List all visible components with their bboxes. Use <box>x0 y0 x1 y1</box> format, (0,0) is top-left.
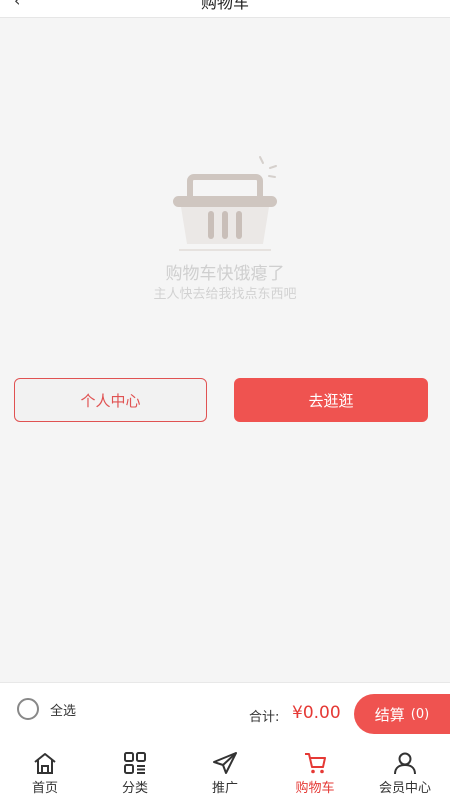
select-all-label: 全选 <box>50 703 77 719</box>
category-icon <box>124 752 146 774</box>
total-value: ¥0.00 <box>292 703 341 723</box>
empty-basket-icon <box>173 156 277 251</box>
total-label: 合计: <box>249 710 280 725</box>
tab-home-label: 首页 <box>31 781 58 796</box>
checkout-label: 结算 <box>374 705 405 724</box>
checkout-count: (0) <box>410 706 430 722</box>
cart-icon <box>305 753 326 774</box>
tab-member-label: 会员中心 <box>378 781 431 796</box>
select-all-toggle[interactable]: 全选 <box>17 698 76 720</box>
tab-cart[interactable]: 购物车 <box>270 743 360 801</box>
user-icon <box>394 752 416 775</box>
tab-cart-label: 购物车 <box>295 781 335 796</box>
tab-bar: 首页 分类 推广 购物车 会员中心 <box>0 743 450 801</box>
empty-title: 购物车快饿瘪了 <box>165 264 285 284</box>
select-all-radio[interactable] <box>17 698 39 720</box>
checkout-button[interactable]: 结算 (0) <box>354 694 450 734</box>
tab-promote[interactable]: 推广 <box>180 743 270 801</box>
go-shopping-button[interactable]: 去逛逛 <box>234 378 428 422</box>
send-icon <box>213 752 237 774</box>
bottom-area: 全选 合计: ¥0.00 结算 (0) 首页 分类 推广 购物车 会员中心 <box>0 682 450 801</box>
page-title: 购物车 <box>200 0 249 12</box>
tab-home[interactable]: 首页 <box>0 743 90 801</box>
tab-member[interactable]: 会员中心 <box>360 743 450 801</box>
tab-category[interactable]: 分类 <box>90 743 180 801</box>
nav-bar: ‹ 购物车 <box>0 0 450 18</box>
personal-center-button[interactable]: 个人中心 <box>14 378 207 422</box>
tab-promote-label: 推广 <box>211 781 238 796</box>
empty-subtitle: 主人快去给我找点东西吧 <box>153 287 297 302</box>
home-icon <box>34 753 56 774</box>
tab-category-label: 分类 <box>121 781 148 796</box>
